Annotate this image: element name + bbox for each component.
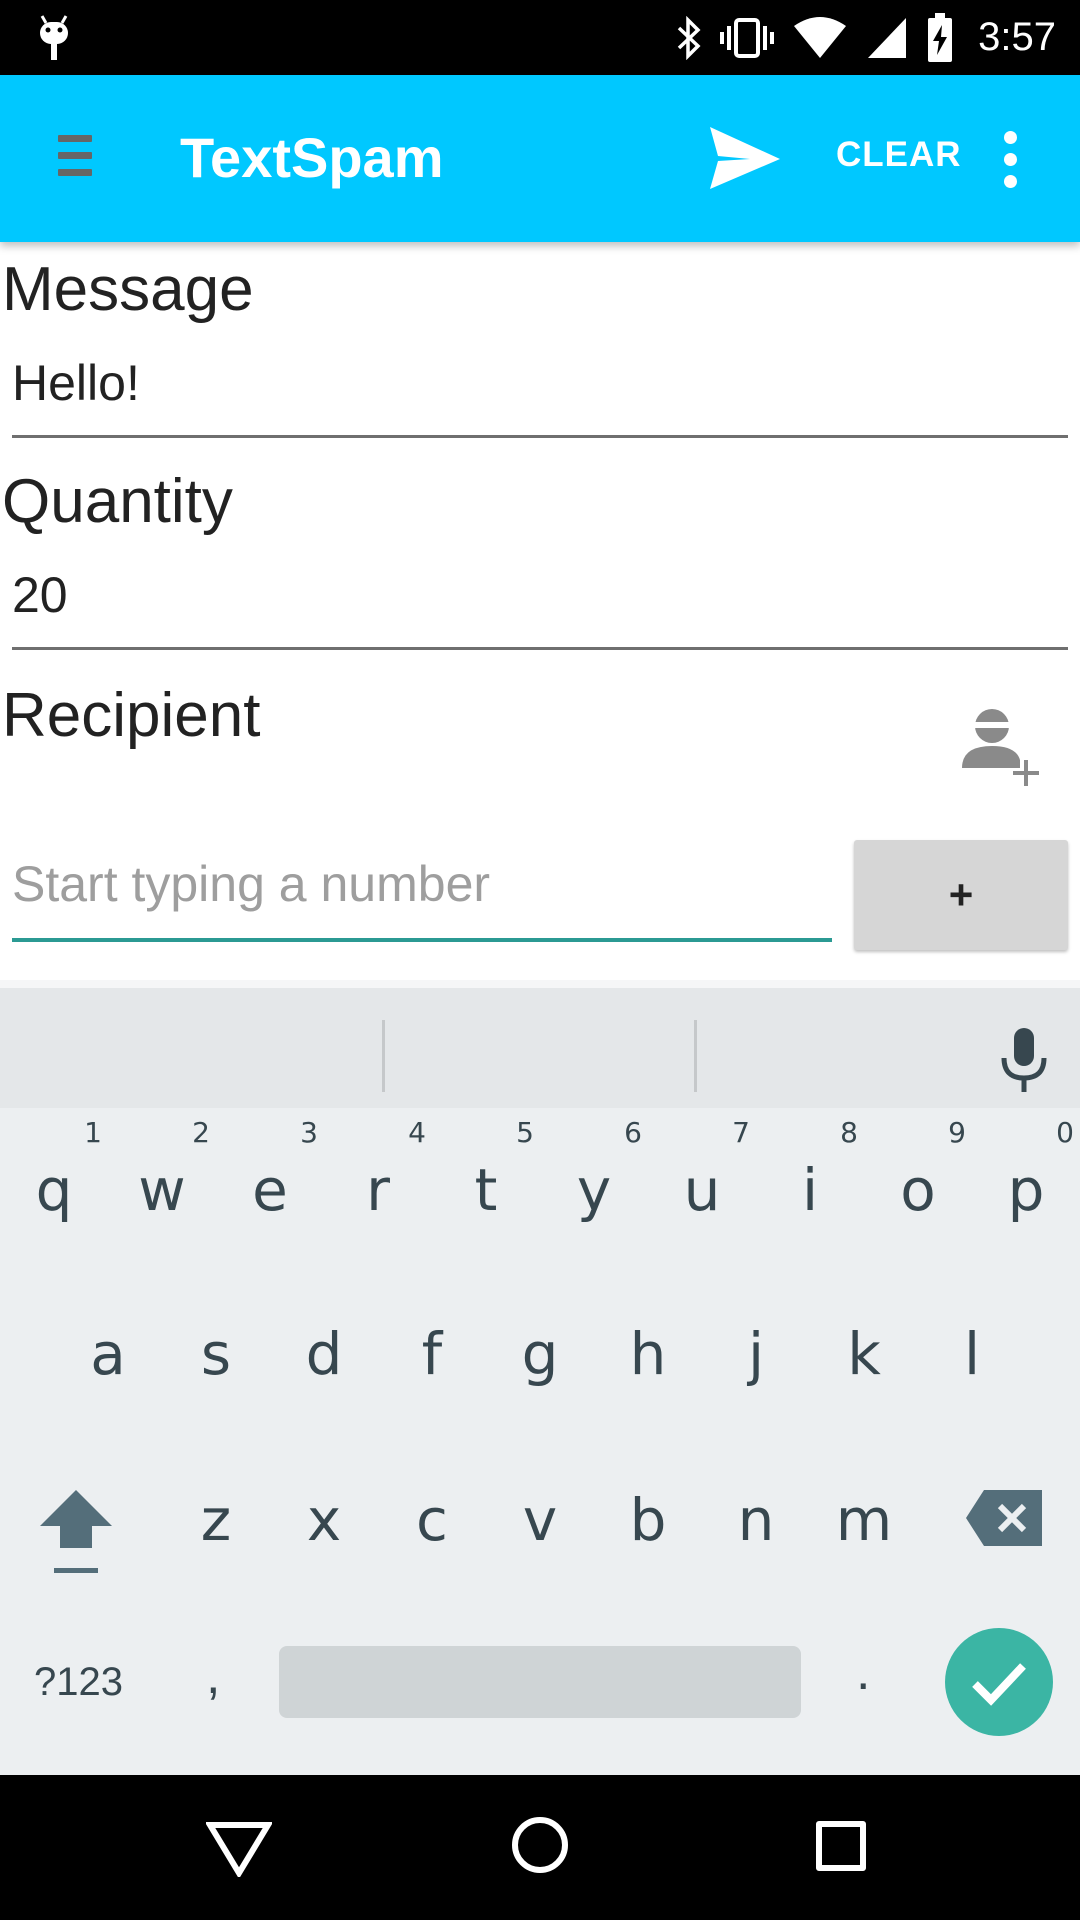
android-debug-icon bbox=[40, 15, 68, 60]
key-g[interactable]: g bbox=[486, 1300, 594, 1440]
period-key[interactable]: . bbox=[856, 1642, 870, 1702]
recent-apps-icon[interactable] bbox=[816, 1821, 866, 1871]
key-u[interactable]: u7 bbox=[648, 1116, 756, 1256]
key-e[interactable]: e3 bbox=[216, 1116, 324, 1256]
key-w[interactable]: w2 bbox=[108, 1116, 216, 1256]
suggestion-divider bbox=[694, 1020, 697, 1092]
message-label: Message bbox=[2, 255, 254, 324]
recipient-input-underline bbox=[12, 938, 832, 942]
space-bar[interactable] bbox=[279, 1646, 801, 1718]
battery-charging-icon bbox=[928, 12, 953, 62]
key-s[interactable]: s bbox=[162, 1300, 270, 1440]
clear-button[interactable]: CLEAR bbox=[836, 135, 962, 175]
add-contact-icon[interactable] bbox=[958, 700, 1046, 788]
comma-key[interactable]: , bbox=[206, 1646, 220, 1706]
key-y[interactable]: y6 bbox=[540, 1116, 648, 1256]
quantity-field[interactable]: 20 bbox=[12, 566, 68, 624]
key-f[interactable]: f bbox=[378, 1300, 486, 1440]
wifi-icon bbox=[794, 16, 847, 58]
recipient-label: Recipient bbox=[2, 681, 261, 750]
key-q[interactable]: q1 bbox=[0, 1116, 108, 1256]
recipient-number-input[interactable] bbox=[12, 852, 832, 916]
bluetooth-icon bbox=[677, 15, 701, 60]
backspace-icon[interactable] bbox=[966, 1488, 1042, 1548]
app-title: TextSpam bbox=[180, 126, 444, 189]
status-bar: 3:57 bbox=[0, 0, 1080, 75]
vibrate-icon bbox=[720, 17, 775, 58]
signal-icon bbox=[868, 17, 907, 58]
key-z[interactable]: z bbox=[162, 1466, 270, 1606]
key-p[interactable]: p0 bbox=[972, 1116, 1080, 1256]
key-i[interactable]: i8 bbox=[756, 1116, 864, 1256]
add-recipient-button[interactable]: + bbox=[854, 840, 1068, 950]
key-b[interactable]: b bbox=[594, 1466, 702, 1606]
soft-keyboard: q1 w2 e3 r4 t5 y6 u7 i8 o9 p0 a s d f g … bbox=[0, 980, 1080, 1775]
key-l[interactable]: l bbox=[918, 1300, 1026, 1440]
status-time: 3:57 bbox=[978, 15, 1056, 59]
navigation-bar bbox=[0, 1775, 1080, 1920]
microphone-icon[interactable] bbox=[998, 1026, 1050, 1096]
suggestion-divider bbox=[382, 1020, 385, 1092]
key-t[interactable]: t5 bbox=[432, 1116, 540, 1256]
key-c[interactable]: c bbox=[378, 1466, 486, 1606]
key-r[interactable]: r4 bbox=[324, 1116, 432, 1256]
send-icon[interactable] bbox=[704, 123, 784, 193]
key-v[interactable]: v bbox=[486, 1466, 594, 1606]
symbols-key[interactable]: ?123 bbox=[34, 1660, 123, 1705]
menu-icon[interactable] bbox=[58, 135, 92, 181]
message-underline bbox=[12, 435, 1068, 438]
done-check-icon[interactable] bbox=[945, 1628, 1053, 1736]
key-h[interactable]: h bbox=[594, 1300, 702, 1440]
app-toolbar: TextSpam CLEAR bbox=[0, 75, 1080, 242]
key-o[interactable]: o9 bbox=[864, 1116, 972, 1256]
status-icons: 3:57 bbox=[676, 0, 1056, 75]
more-options-icon[interactable] bbox=[990, 131, 1030, 191]
back-icon[interactable] bbox=[206, 1821, 272, 1877]
suggestion-strip bbox=[0, 980, 1080, 1108]
quantity-underline bbox=[12, 647, 1068, 650]
key-k[interactable]: k bbox=[810, 1300, 918, 1440]
message-field[interactable]: Hello! bbox=[12, 354, 140, 412]
key-j[interactable]: j bbox=[702, 1300, 810, 1440]
key-d[interactable]: d bbox=[270, 1300, 378, 1440]
home-icon[interactable] bbox=[512, 1817, 568, 1873]
key-a[interactable]: a bbox=[54, 1300, 162, 1440]
shift-icon[interactable] bbox=[36, 1484, 116, 1580]
key-n[interactable]: n bbox=[702, 1466, 810, 1606]
quantity-label: Quantity bbox=[2, 467, 233, 536]
key-m[interactable]: m bbox=[810, 1466, 918, 1606]
key-x[interactable]: x bbox=[270, 1466, 378, 1606]
